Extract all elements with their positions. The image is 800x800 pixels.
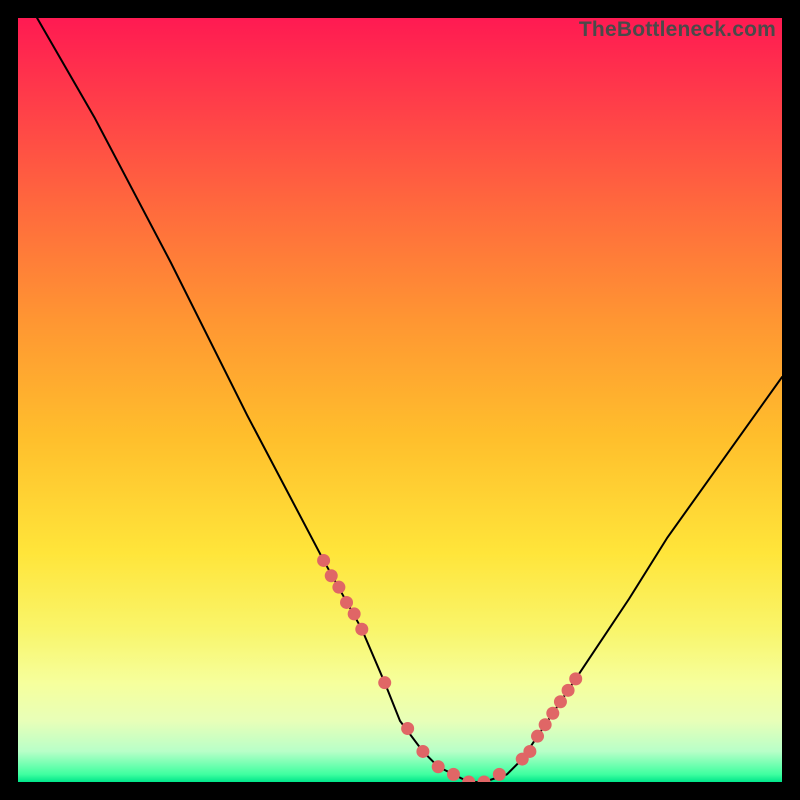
- highlighted-points: [317, 554, 582, 782]
- marker-dot: [539, 718, 552, 731]
- marker-dot: [416, 745, 429, 758]
- marker-dot: [447, 768, 460, 781]
- marker-dot: [554, 695, 567, 708]
- marker-dot: [340, 596, 353, 609]
- marker-dot: [562, 684, 575, 697]
- marker-dot: [478, 776, 491, 783]
- marker-dot: [462, 776, 475, 783]
- marker-dot: [432, 760, 445, 773]
- marker-dot: [355, 623, 368, 636]
- marker-dot: [401, 722, 414, 735]
- curve-layer: [18, 18, 782, 782]
- bottleneck-curve: [37, 18, 782, 782]
- marker-dot: [546, 707, 559, 720]
- marker-dot: [531, 730, 544, 743]
- marker-dot: [493, 768, 506, 781]
- marker-dot: [523, 745, 536, 758]
- marker-dot: [378, 676, 391, 689]
- marker-dot: [348, 607, 361, 620]
- marker-dot: [317, 554, 330, 567]
- chart-frame: TheBottleneck.com: [0, 0, 800, 800]
- plot-area: TheBottleneck.com: [18, 18, 782, 782]
- marker-dot: [325, 569, 338, 582]
- marker-dot: [332, 581, 345, 594]
- marker-dot: [569, 672, 582, 685]
